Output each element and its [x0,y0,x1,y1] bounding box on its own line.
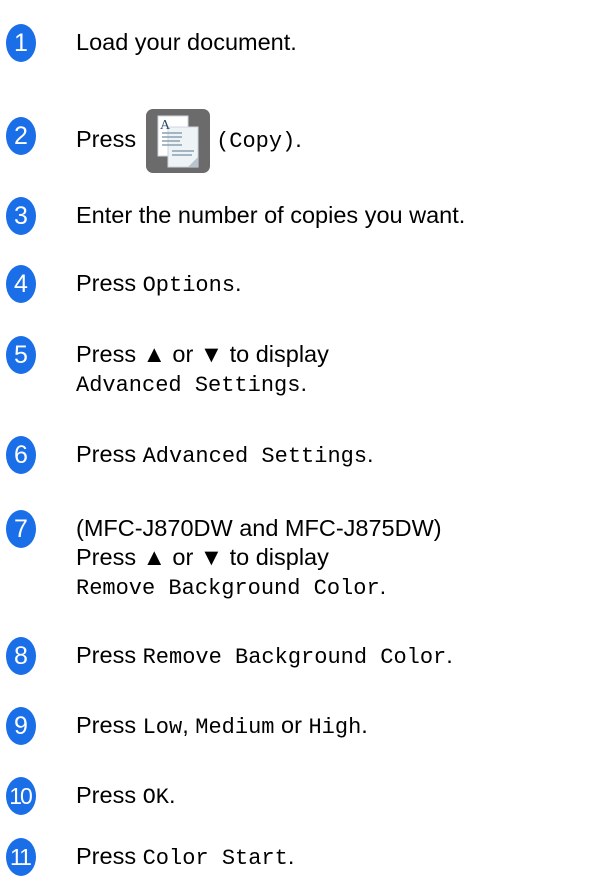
step-text: (MFC-J870DW and MFC-J875DW) Press ▲ or ▼… [76,515,442,601]
step-text: Press Options. [76,270,242,298]
step-text: Press ▲ or ▼ to display Advanced Setting… [76,341,329,398]
step-text: Load your document. [76,29,297,55]
step-number-badge: 1 [6,24,36,62]
step-number-badge: 10 [6,777,36,815]
step-text: Press A (Copy). [76,107,302,174]
step-number-badge: 6 [6,436,36,474]
step-text: Press Low, Medium or High. [76,712,368,740]
copy-icon-letter: A [160,118,171,133]
copy-icon: A [146,108,211,173]
step-number-badge: 9 [6,707,36,745]
step-text: Press Remove Background Color. [76,642,453,670]
step-number-badge: 7 [6,510,36,548]
step-number-badge: 5 [6,336,36,374]
step-text: Press OK. [76,782,176,810]
step-number-badge: 2 [6,117,36,155]
step-number-badge: 11 [6,838,36,876]
step-text: Press Advanced Settings. [76,441,374,469]
step-number-badge: 3 [6,197,36,235]
step-number-badge: 8 [6,637,36,675]
step-text: Press Color Start. [76,843,295,871]
step-number-badge: 4 [6,265,36,303]
step-text: Enter the number of copies you want. [76,202,466,228]
